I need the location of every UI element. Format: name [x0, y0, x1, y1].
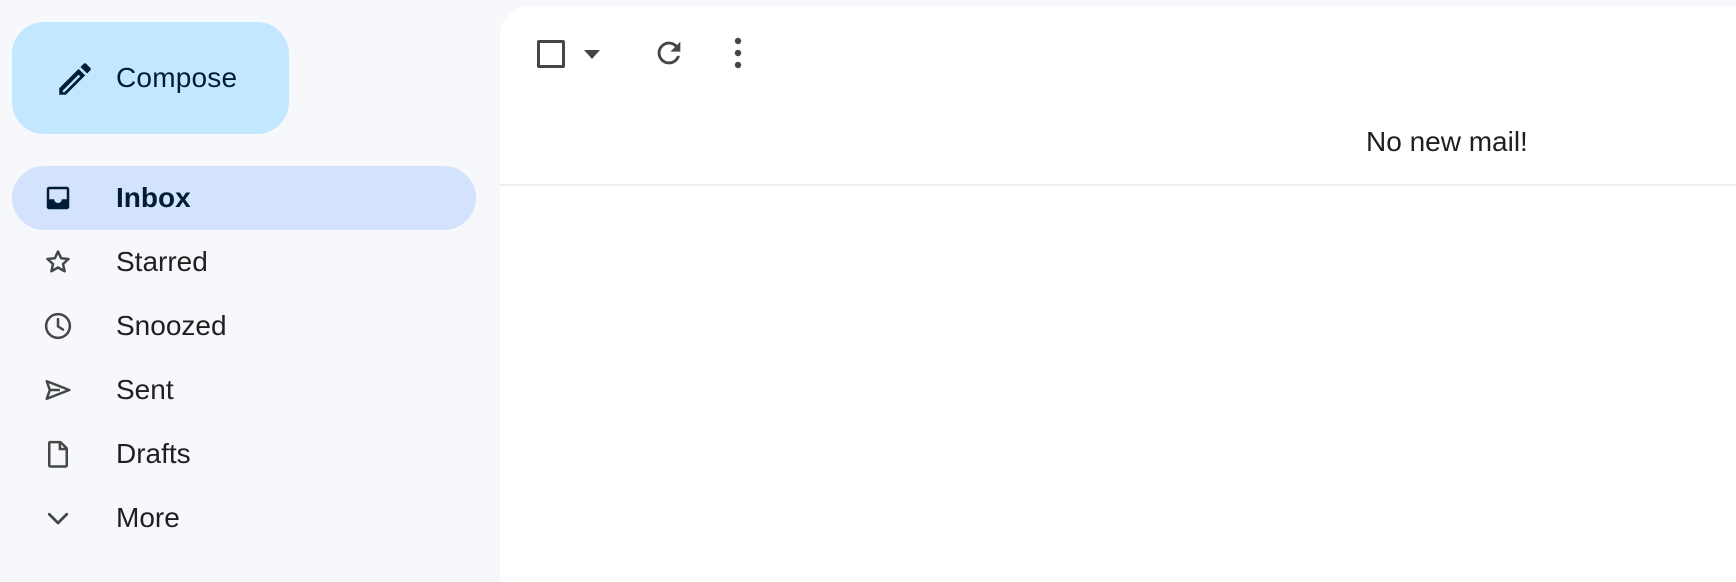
message-list-panel: No new mail! [500, 6, 1736, 582]
sidebar-item-sent[interactable]: Sent [12, 358, 476, 422]
sidebar-item-inbox[interactable]: Inbox [12, 166, 476, 230]
sidebar-item-drafts[interactable]: Drafts [12, 422, 476, 486]
sidebar-item-snoozed[interactable]: Snoozed [12, 294, 476, 358]
sidebar-item-label: Inbox [116, 182, 191, 213]
empty-inbox-message: No new mail! [1366, 126, 1528, 157]
mail-app: Compose Inbox Starred Snoozed Sent Draft… [0, 0, 1736, 582]
sidebar-item-label: Snoozed [116, 310, 227, 341]
send-icon [45, 380, 71, 400]
sidebar-item-more[interactable]: More [12, 486, 476, 550]
more-vert-icon[interactable] [732, 36, 744, 70]
inbox-icon [46, 186, 70, 210]
sidebar-item-label: Drafts [116, 438, 191, 469]
star-icon [46, 250, 70, 273]
empty-inbox-row: No new mail! [500, 102, 1736, 186]
compose-button[interactable]: Compose [12, 22, 289, 134]
compose-label: Compose [116, 62, 238, 93]
chevron-down-icon [47, 512, 69, 525]
sidebar-item-label: Sent [116, 374, 174, 405]
sidebar: Compose Inbox Starred Snoozed Sent Draft… [0, 0, 500, 582]
refresh-icon[interactable] [652, 36, 686, 70]
draft-icon [48, 440, 68, 468]
sidebar-item-starred[interactable]: Starred [12, 230, 476, 294]
select-all-checkbox[interactable] [537, 40, 565, 68]
sidebar-item-label: Starred [116, 246, 208, 277]
sidebar-nav: Inbox Starred Snoozed Sent Drafts More [12, 166, 476, 550]
pencil-icon [59, 63, 91, 95]
clock-icon [44, 312, 72, 340]
caret-down-icon[interactable] [582, 47, 602, 61]
sidebar-item-label: More [116, 502, 180, 533]
